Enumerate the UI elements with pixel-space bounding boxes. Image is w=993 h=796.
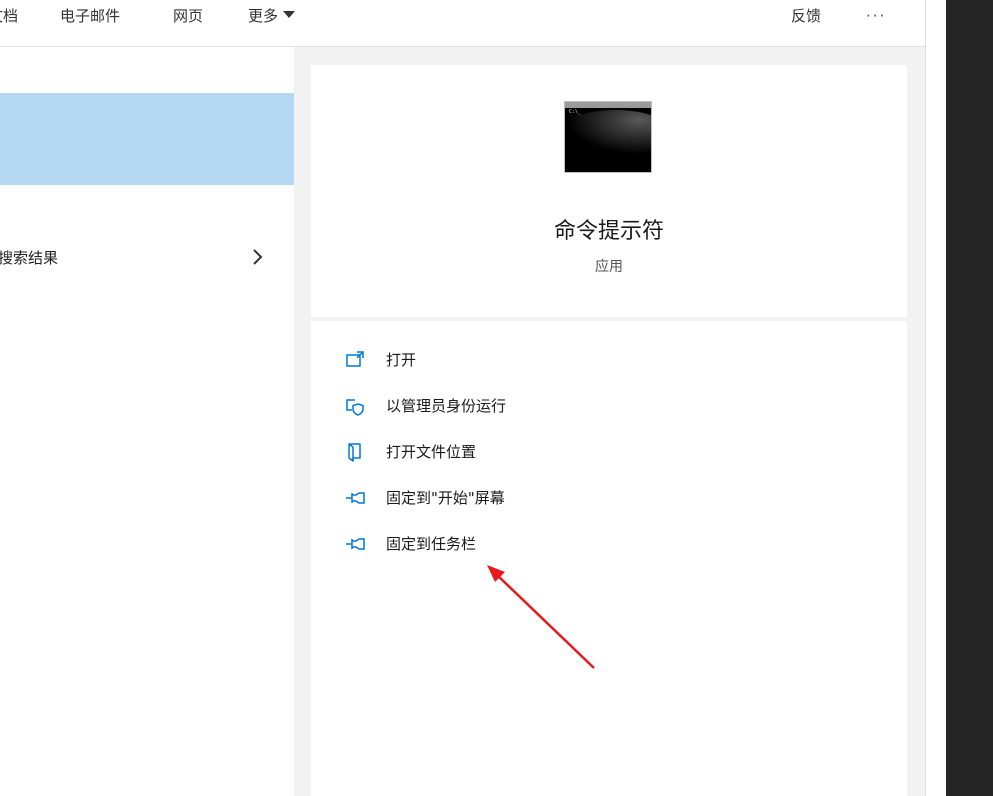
action-run-as-admin-label: 以管理员身份运行	[386, 397, 507, 415]
pin-icon	[346, 492, 365, 504]
action-open[interactable]: 打开	[341, 345, 641, 375]
action-run-as-admin[interactable]: 以管理员身份运行	[341, 391, 641, 421]
shield-run-as-admin-icon	[346, 399, 364, 416]
dark-background	[946, 0, 993, 796]
divider	[925, 0, 926, 796]
action-pin-to-taskbar[interactable]: 固定到任务栏	[341, 529, 641, 559]
divider	[311, 317, 907, 321]
open-icon	[346, 351, 364, 367]
preview-pane: C:\_ 命令提示符 应用 打开 以管理员身份运行 打开文件位置 固定到"开始"…	[311, 65, 907, 796]
feedback-button[interactable]: 反馈	[791, 0, 821, 32]
action-pin-to-taskbar-label: 固定到任务栏	[386, 535, 477, 553]
action-pin-to-start-label: 固定到"开始"屏幕	[386, 489, 505, 507]
icon-titlebar	[565, 102, 651, 108]
icon-shine	[565, 110, 651, 160]
caret-down-icon	[283, 11, 296, 18]
tab-email[interactable]: 电子邮件	[60, 0, 120, 32]
action-pin-to-start[interactable]: 固定到"开始"屏幕	[341, 483, 641, 513]
action-open-file-location[interactable]: 打开文件位置	[341, 437, 641, 467]
app-preview-header: C:\_ 命令提示符 应用	[311, 65, 907, 317]
more-options-button[interactable]: ···	[866, 0, 886, 32]
app-title: 命令提示符	[553, 219, 664, 244]
action-open-file-location-label: 打开文件位置	[386, 443, 477, 461]
tab-more-label: 更多	[248, 7, 279, 25]
chevron-right-icon	[253, 249, 263, 265]
action-open-label: 打开	[386, 351, 417, 369]
best-match-item-selected[interactable]	[0, 93, 294, 185]
pin-icon	[346, 538, 365, 550]
search-filter-bar: 文档 电子邮件 网页 更多 反馈 ···	[0, 0, 925, 47]
command-prompt-icon: C:\_	[564, 101, 652, 173]
app-type-label: 应用	[595, 259, 623, 275]
web-search-results-row[interactable]: 搜索结果	[0, 239, 294, 279]
results-list: 搜索结果	[0, 47, 294, 796]
search-panel: 文档 电子邮件 网页 更多 反馈 ··· 搜索结果 C:\_ 命令提示符 应用	[0, 0, 925, 796]
tab-web[interactable]: 网页	[173, 0, 203, 32]
tab-documents[interactable]: 文档	[0, 0, 18, 32]
web-search-results-label: 搜索结果	[0, 249, 59, 267]
tab-more[interactable]: 更多	[248, 0, 296, 32]
background-window-edge	[925, 0, 993, 796]
file-location-icon	[348, 443, 361, 462]
